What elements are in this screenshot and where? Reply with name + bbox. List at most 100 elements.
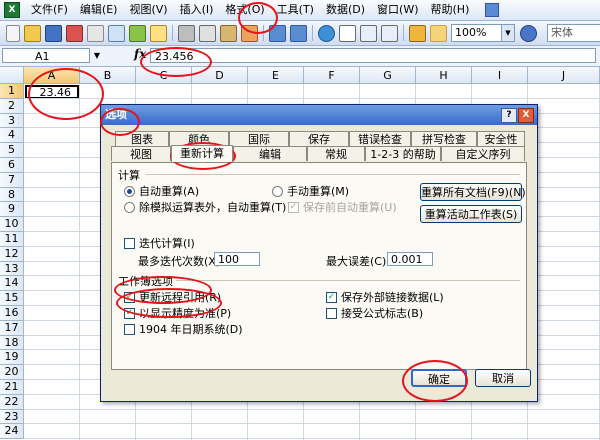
save-icon[interactable] xyxy=(45,24,62,42)
spelling-icon[interactable] xyxy=(129,24,146,42)
column-header[interactable]: I xyxy=(472,67,528,84)
row-header[interactable]: 8 xyxy=(0,187,24,203)
tab-edit[interactable]: 编辑 xyxy=(233,146,307,161)
column-header[interactable]: C xyxy=(136,67,192,84)
autosum-icon[interactable] xyxy=(339,24,356,42)
sort-ascending-icon[interactable] xyxy=(360,24,377,42)
drawing-icon[interactable] xyxy=(430,24,447,42)
paste-icon[interactable] xyxy=(220,24,237,42)
ok-button[interactable]: 确定 xyxy=(411,369,467,387)
save-external-links-option[interactable]: ✓ 保存外部链接数据(L) xyxy=(326,289,444,305)
tab-general[interactable]: 常规 xyxy=(307,146,365,161)
row-header[interactable]: 21 xyxy=(0,380,24,395)
zoom-combobox[interactable]: 100% xyxy=(451,24,502,42)
hyperlink-icon[interactable] xyxy=(318,24,335,42)
iteration-option[interactable]: 迭代计算(I) xyxy=(124,235,195,251)
date-1904-option[interactable]: 1904 年日期系统(D) xyxy=(124,321,243,337)
manual-calc-option[interactable]: 手动重算(M) xyxy=(272,183,349,199)
checkbox[interactable]: ✓ xyxy=(326,291,337,303)
new-document-icon[interactable] xyxy=(6,24,20,42)
checkbox[interactable]: ✓ xyxy=(124,307,135,319)
row-header[interactable]: 16 xyxy=(0,306,24,321)
row-header[interactable]: 6 xyxy=(0,158,24,173)
format-painter-icon[interactable] xyxy=(241,24,258,42)
column-header[interactable]: J xyxy=(528,67,600,84)
row-header[interactable]: 4 xyxy=(0,128,24,144)
open-folder-icon[interactable] xyxy=(24,24,41,42)
tab-custom-lists[interactable]: 自定义序列 xyxy=(441,146,525,161)
help-button[interactable]: ? xyxy=(501,108,517,123)
recalc-before-save-option[interactable]: ✓ 保存前自动重算(U) xyxy=(288,199,397,215)
name-box[interactable]: A1 xyxy=(2,48,90,63)
menu-format[interactable]: 格式(O) xyxy=(219,1,270,19)
checkbox[interactable] xyxy=(124,323,135,335)
column-header[interactable]: B xyxy=(80,67,136,84)
checkbox[interactable] xyxy=(326,307,337,319)
row-header[interactable]: 10 xyxy=(0,217,24,232)
print-preview-icon[interactable] xyxy=(108,24,125,42)
undo-icon[interactable] xyxy=(269,24,286,42)
row-header[interactable]: 17 xyxy=(0,320,24,336)
tab-color[interactable]: 颜色 xyxy=(169,131,229,146)
menu-insert[interactable]: 插入(I) xyxy=(174,1,220,19)
max-iterations-input[interactable]: 100 xyxy=(214,252,260,266)
menu-window[interactable]: 窗口(W) xyxy=(371,1,424,19)
print-icon[interactable] xyxy=(87,24,104,42)
row-header[interactable]: 24 xyxy=(0,424,24,440)
close-button[interactable]: X xyxy=(518,108,534,123)
radio-button[interactable] xyxy=(124,201,135,213)
menu-tools[interactable]: 工具(T) xyxy=(271,1,320,19)
row-header[interactable]: 19 xyxy=(0,350,24,366)
chevron-down-icon[interactable]: ▼ xyxy=(90,48,104,63)
research-icon[interactable] xyxy=(150,24,167,42)
menu-view[interactable]: 视图(V) xyxy=(123,1,173,19)
tab-calculation[interactable]: 重新计算 xyxy=(171,145,233,162)
row-header[interactable]: 13 xyxy=(0,261,24,277)
row-header[interactable]: 9 xyxy=(0,202,24,218)
dialog-title-bar[interactable]: 选项 ? X xyxy=(101,105,537,125)
sort-descending-icon[interactable] xyxy=(381,24,398,42)
tab-international[interactable]: 国际 xyxy=(229,131,289,146)
row-header[interactable]: 5 xyxy=(0,143,24,158)
radio-button[interactable] xyxy=(272,185,283,197)
copy-icon[interactable] xyxy=(199,24,216,42)
cut-icon[interactable] xyxy=(178,24,195,42)
redo-icon[interactable] xyxy=(290,24,307,42)
cancel-button[interactable]: 取消 xyxy=(475,369,531,387)
help-icon[interactable] xyxy=(520,24,537,42)
column-header[interactable]: A xyxy=(24,67,80,84)
tab-save[interactable]: 保存 xyxy=(289,131,349,146)
permission-icon[interactable] xyxy=(66,24,83,42)
tab-lotus-help[interactable]: 1-2-3 的帮助 xyxy=(365,146,441,161)
row-header[interactable]: 23 xyxy=(0,409,24,425)
chevron-down-icon[interactable]: ▼ xyxy=(502,24,515,42)
column-header[interactable]: E xyxy=(248,67,304,84)
row-header[interactable]: 7 xyxy=(0,172,24,188)
insert-function-icon[interactable]: fx xyxy=(134,47,146,61)
calc-now-button[interactable]: 重算所有文档(F9)(N) xyxy=(420,183,526,201)
menu-edit[interactable]: 编辑(E) xyxy=(74,1,124,19)
tab-spelling[interactable]: 拼写检查 xyxy=(411,131,477,146)
row-header[interactable]: 1 xyxy=(0,84,24,99)
accept-labels-option[interactable]: 接受公式标志(B) xyxy=(326,305,423,321)
column-header[interactable]: H xyxy=(416,67,472,84)
tab-security[interactable]: 安全性 xyxy=(477,131,525,146)
row-header[interactable]: 3 xyxy=(0,113,24,129)
font-combobox[interactable]: 宋体 xyxy=(547,24,600,42)
row-header[interactable]: 11 xyxy=(0,232,24,247)
select-all-corner[interactable] xyxy=(0,67,24,84)
row-header[interactable]: 18 xyxy=(0,335,24,351)
chart-wizard-icon[interactable] xyxy=(409,24,426,42)
auto-except-tables-option[interactable]: 除模拟运算表外，自动重算(T) xyxy=(124,199,286,215)
radio-button[interactable] xyxy=(124,185,135,197)
tab-error-checking[interactable]: 错误检查 xyxy=(349,131,411,146)
calc-sheet-button[interactable]: 重算活动工作表(S) xyxy=(420,205,522,223)
menu-file[interactable]: 文件(F) xyxy=(25,1,74,19)
checkbox[interactable]: ✓ xyxy=(124,291,135,303)
column-header[interactable]: F xyxy=(304,67,360,84)
menu-data[interactable]: 数据(D) xyxy=(320,1,371,19)
row-header[interactable]: 14 xyxy=(0,276,24,292)
row-header[interactable]: 20 xyxy=(0,365,24,380)
menu-help[interactable]: 帮助(H) xyxy=(425,1,476,19)
column-header[interactable]: G xyxy=(360,67,416,84)
